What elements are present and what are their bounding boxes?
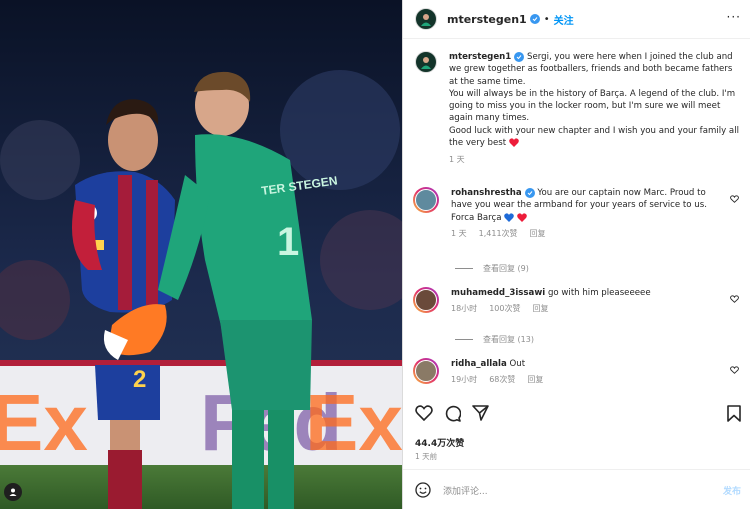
comment-likes[interactable]: 68次赞 xyxy=(489,375,515,384)
comment-input[interactable]: 添加评论... xyxy=(443,484,488,497)
emoji-icon[interactable] xyxy=(415,482,431,498)
commenter-avatar[interactable] xyxy=(413,358,439,384)
comment-likes[interactable]: 1,411次赞 xyxy=(479,229,518,238)
comment-item: muhamedd_3issawi go with him pleaseeeee … xyxy=(413,287,743,314)
photo-illustration: Ex Fed Ex 2 TER STEGEN xyxy=(0,0,402,509)
comment-body: muhamedd_3issawi go with him pleaseeeee xyxy=(451,287,729,299)
share-send-icon[interactable] xyxy=(472,405,489,421)
verified-badge-icon xyxy=(524,187,535,198)
caption-username[interactable]: mterstegen1 xyxy=(449,52,511,62)
like-heart-icon[interactable] xyxy=(415,405,433,421)
board-text-left: Ex xyxy=(0,378,88,467)
comment-username[interactable]: rohanshrestha xyxy=(451,188,522,198)
comment-bubble-icon[interactable] xyxy=(444,405,461,422)
separator-dot: • xyxy=(543,13,550,25)
comment-text: Out xyxy=(509,359,526,369)
like-comment-heart-icon[interactable] xyxy=(730,295,739,303)
view-replies-button[interactable]: 查看回复 (13) xyxy=(455,334,534,345)
view-replies-label[interactable]: 查看回复 (13) xyxy=(483,335,534,344)
follow-button[interactable]: 关注 xyxy=(554,12,574,27)
like-comment-heart-icon[interactable] xyxy=(730,195,739,203)
view-replies-button[interactable]: 查看回复 (9) xyxy=(455,263,529,274)
post-actions xyxy=(415,405,741,427)
comment-username[interactable]: ridha_allala xyxy=(451,359,507,369)
author-avatar[interactable] xyxy=(415,8,437,30)
view-replies-label[interactable]: 查看回复 (9) xyxy=(483,264,529,273)
board-text-right: Ex xyxy=(305,378,402,467)
comment-time: 1 天 xyxy=(451,228,467,238)
comment-time: 19小时 xyxy=(451,375,478,385)
red-heart-emoji-icon xyxy=(517,212,527,222)
post-header: mterstegen1 • 关注 ··· xyxy=(403,0,750,39)
tagged-user-icon[interactable] xyxy=(4,483,22,501)
comment-text: go with him pleaseeeee xyxy=(547,288,651,298)
comment-body: rohanshrestha You are our captain now Ma… xyxy=(451,187,729,224)
comment-item: ridha_allala Out 19小时 68次赞 回复 xyxy=(413,358,743,385)
post-caption: mterstegen1 Sergi, you were here when I … xyxy=(415,51,741,165)
jersey-number-right: 1 xyxy=(277,220,299,264)
caption-text: Sergi, you were here when I joined the c… xyxy=(449,52,739,149)
comment-username[interactable]: muhamedd_3issawi xyxy=(451,288,545,298)
view-replies-line xyxy=(455,268,473,269)
reply-button[interactable]: 回复 xyxy=(527,375,543,384)
commenter-avatar[interactable] xyxy=(413,187,439,213)
comment-time: 18小时 xyxy=(451,304,478,314)
comment-likes[interactable]: 100次赞 xyxy=(489,304,520,313)
author-username[interactable]: mterstegen1 xyxy=(447,13,527,26)
caption-text-block: mterstegen1 Sergi, you were here when I … xyxy=(449,51,741,149)
post-panel: mterstegen1 • 关注 ··· mterstegen1 Sergi, … xyxy=(402,0,750,509)
reply-button[interactable]: 回复 xyxy=(532,304,548,313)
jersey-number-left: 2 xyxy=(133,366,146,393)
comment-meta: 18小时 100次赞 回复 xyxy=(451,303,743,314)
save-bookmark-icon[interactable] xyxy=(727,405,741,422)
reply-button[interactable]: 回复 xyxy=(530,229,546,238)
comments-list[interactable]: mterstegen1 Sergi, you were here when I … xyxy=(403,39,750,401)
verified-badge-icon xyxy=(514,51,525,62)
comment-composer: 添加评论... 发布 xyxy=(403,469,750,510)
comment-meta: 19小时 68次赞 回复 xyxy=(451,374,743,385)
comment-meta: 1 天 1,411次赞 回复 xyxy=(451,228,743,239)
comment-body: ridha_allala Out xyxy=(451,358,729,370)
more-options-icon[interactable]: ··· xyxy=(727,10,741,24)
red-heart-emoji-icon xyxy=(509,138,519,148)
post-photo[interactable]: Ex Fed Ex 2 TER STEGEN xyxy=(0,0,402,509)
comment-item: rohanshrestha You are our captain now Ma… xyxy=(413,187,743,239)
post-comment-button[interactable]: 发布 xyxy=(723,484,741,497)
verified-badge-icon xyxy=(529,14,540,24)
like-comment-heart-icon[interactable] xyxy=(730,366,739,374)
caption-time: 1 天 xyxy=(449,155,465,165)
post-date: 1 天前 xyxy=(415,452,438,461)
blue-heart-emoji-icon xyxy=(504,212,515,222)
likes-count[interactable]: 44.4万次赞 xyxy=(415,436,464,449)
view-replies-line xyxy=(455,339,473,340)
caption-avatar[interactable] xyxy=(415,51,437,73)
commenter-avatar[interactable] xyxy=(413,287,439,313)
